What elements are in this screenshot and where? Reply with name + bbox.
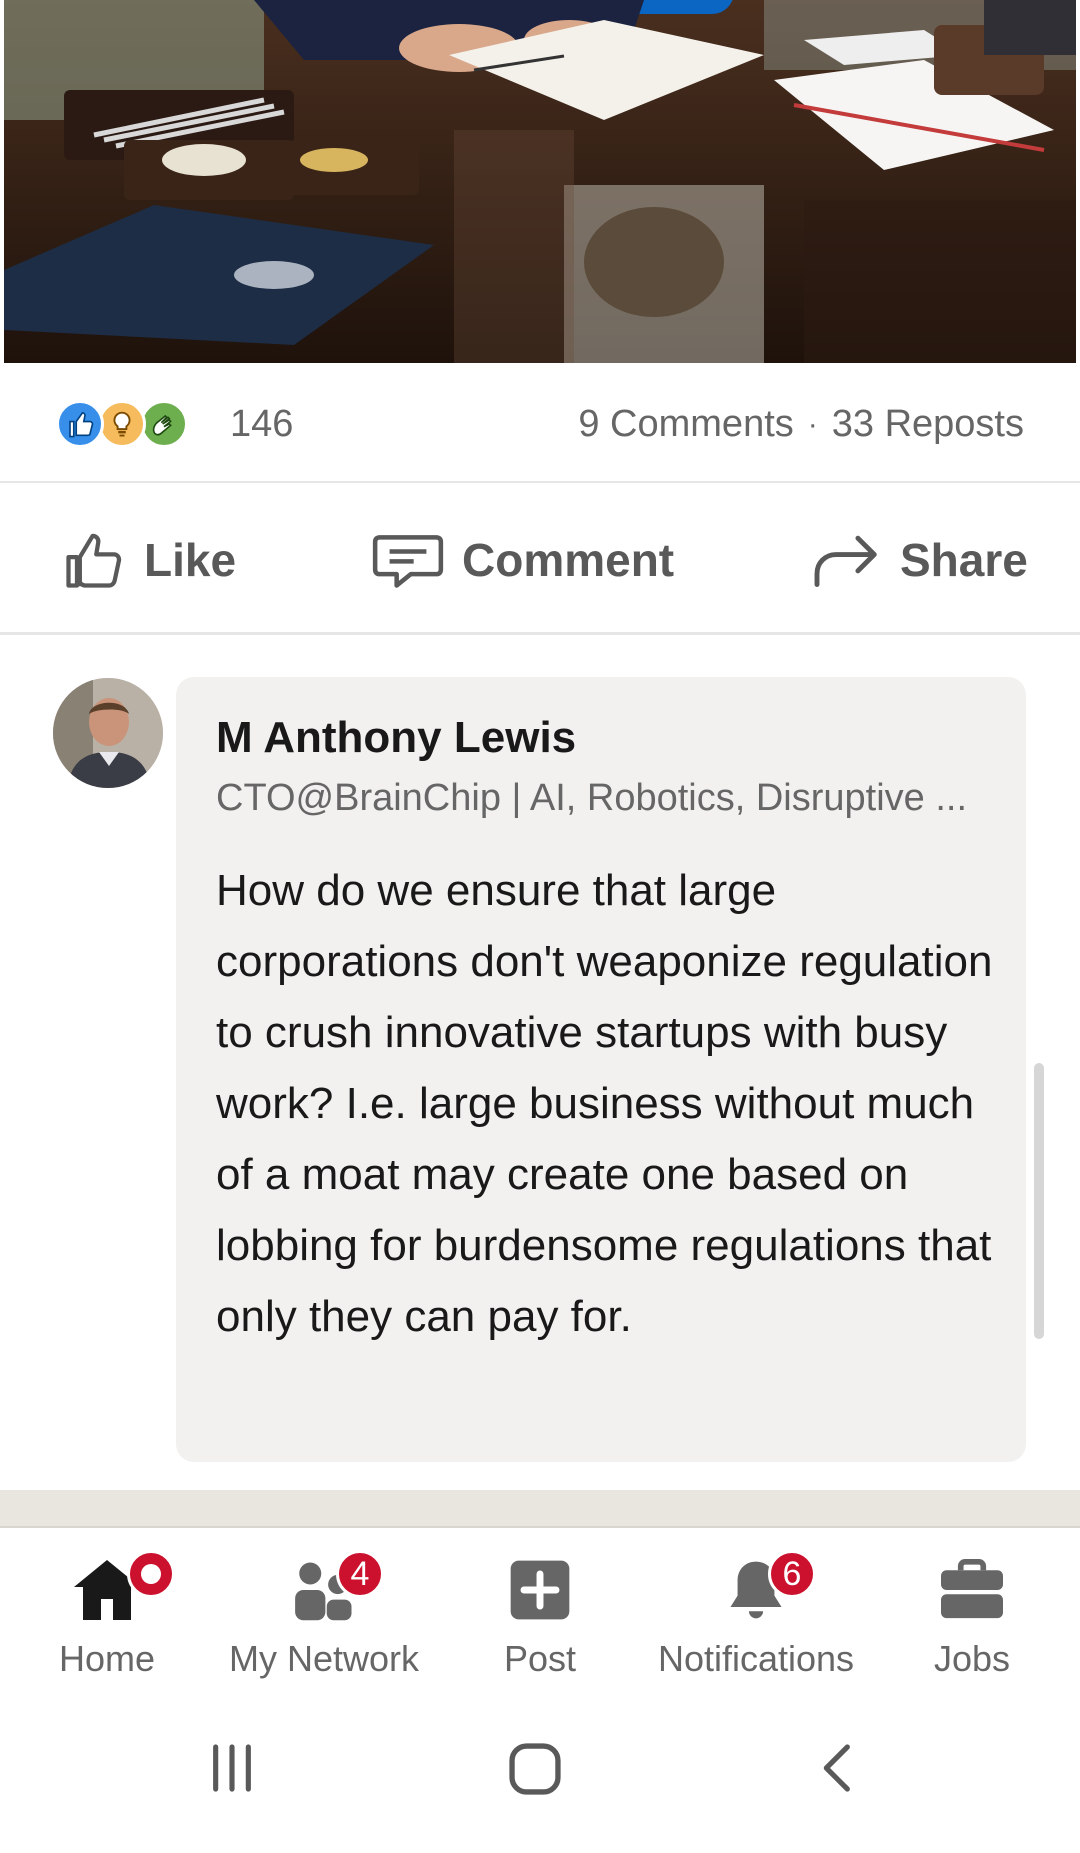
home-notification-dot [127,1550,175,1598]
nav-home[interactable]: Home [7,1550,207,1680]
share-arrow-icon [814,535,877,587]
network-badge: 4 [336,1550,384,1598]
nav-jobs-label: Jobs [933,1638,1011,1679]
system-navigation-bar [0,1690,1080,1853]
home-circle-icon [509,1743,561,1795]
separator-dot: · [807,407,818,441]
reaction-count[interactable]: 146 [230,403,293,446]
commenter-avatar[interactable] [53,678,163,788]
linkedin-post-screen: 146 9 Comments · 33 Reposts Like Comment… [0,0,1080,1853]
scrollbar-thumb[interactable] [1034,1063,1044,1339]
like-label: Like [144,534,237,586]
comment-bubble-icon [372,535,444,588]
post-image[interactable] [4,0,1076,363]
recent-apps-button[interactable] [204,1740,260,1801]
comment-button[interactable]: Comment [370,525,674,595]
back-button[interactable] [810,1740,866,1801]
post-photo-illustration [4,0,1076,363]
nav-home-label: Home [58,1638,156,1679]
celebrate-reaction-icon [140,400,188,448]
nav-post-label: Post [503,1638,577,1679]
nav-my-network-label: My Network [228,1638,420,1679]
nav-notifications[interactable]: 6 Notifications [656,1550,856,1680]
reactions-stack[interactable] [56,400,188,448]
avatar-photo [53,678,163,788]
nav-post[interactable]: Post [440,1550,640,1680]
post-icon [510,1560,570,1620]
insightful-reaction-icon [98,400,146,448]
feed-divider [0,1490,1080,1528]
like-button[interactable]: Like [60,525,236,595]
nav-jobs[interactable]: Jobs [872,1550,1072,1680]
comments-count[interactable]: 9 Comments [578,403,793,446]
share-button[interactable]: Share [810,525,1028,595]
bottom-navigation: Home 4 My Network Post 6 Notifications J… [0,1530,1080,1690]
back-chevron-icon [823,1744,850,1792]
notifications-badge: 6 [768,1550,816,1598]
post-action-bar: Like Comment Share [0,485,1080,635]
comment-bubble[interactable]: M Anthony Lewis CTO@BrainChip | AI, Robo… [176,677,1026,1462]
comment-author-headline: CTO@BrainChip | AI, Robotics, Disruptive… [216,777,968,819]
like-reaction-icon [56,400,104,448]
comment-text: How do we ensure that large corporations… [216,866,993,1341]
comments-reposts-counts: 9 Comments · 33 Reposts [578,403,1024,446]
nav-notifications-label: Notifications [657,1638,855,1679]
thumbs-up-icon [66,533,122,588]
briefcase-icon [941,1559,1003,1619]
nav-my-network[interactable]: 4 My Network [224,1550,424,1680]
comment-label: Comment [462,534,675,586]
comment-author-name[interactable]: M Anthony Lewis [216,713,576,763]
home-system-button[interactable] [506,1740,564,1803]
recent-apps-icon [213,1744,251,1792]
reposts-count[interactable]: 33 Reposts [832,403,1024,446]
share-label: Share [900,534,1028,586]
